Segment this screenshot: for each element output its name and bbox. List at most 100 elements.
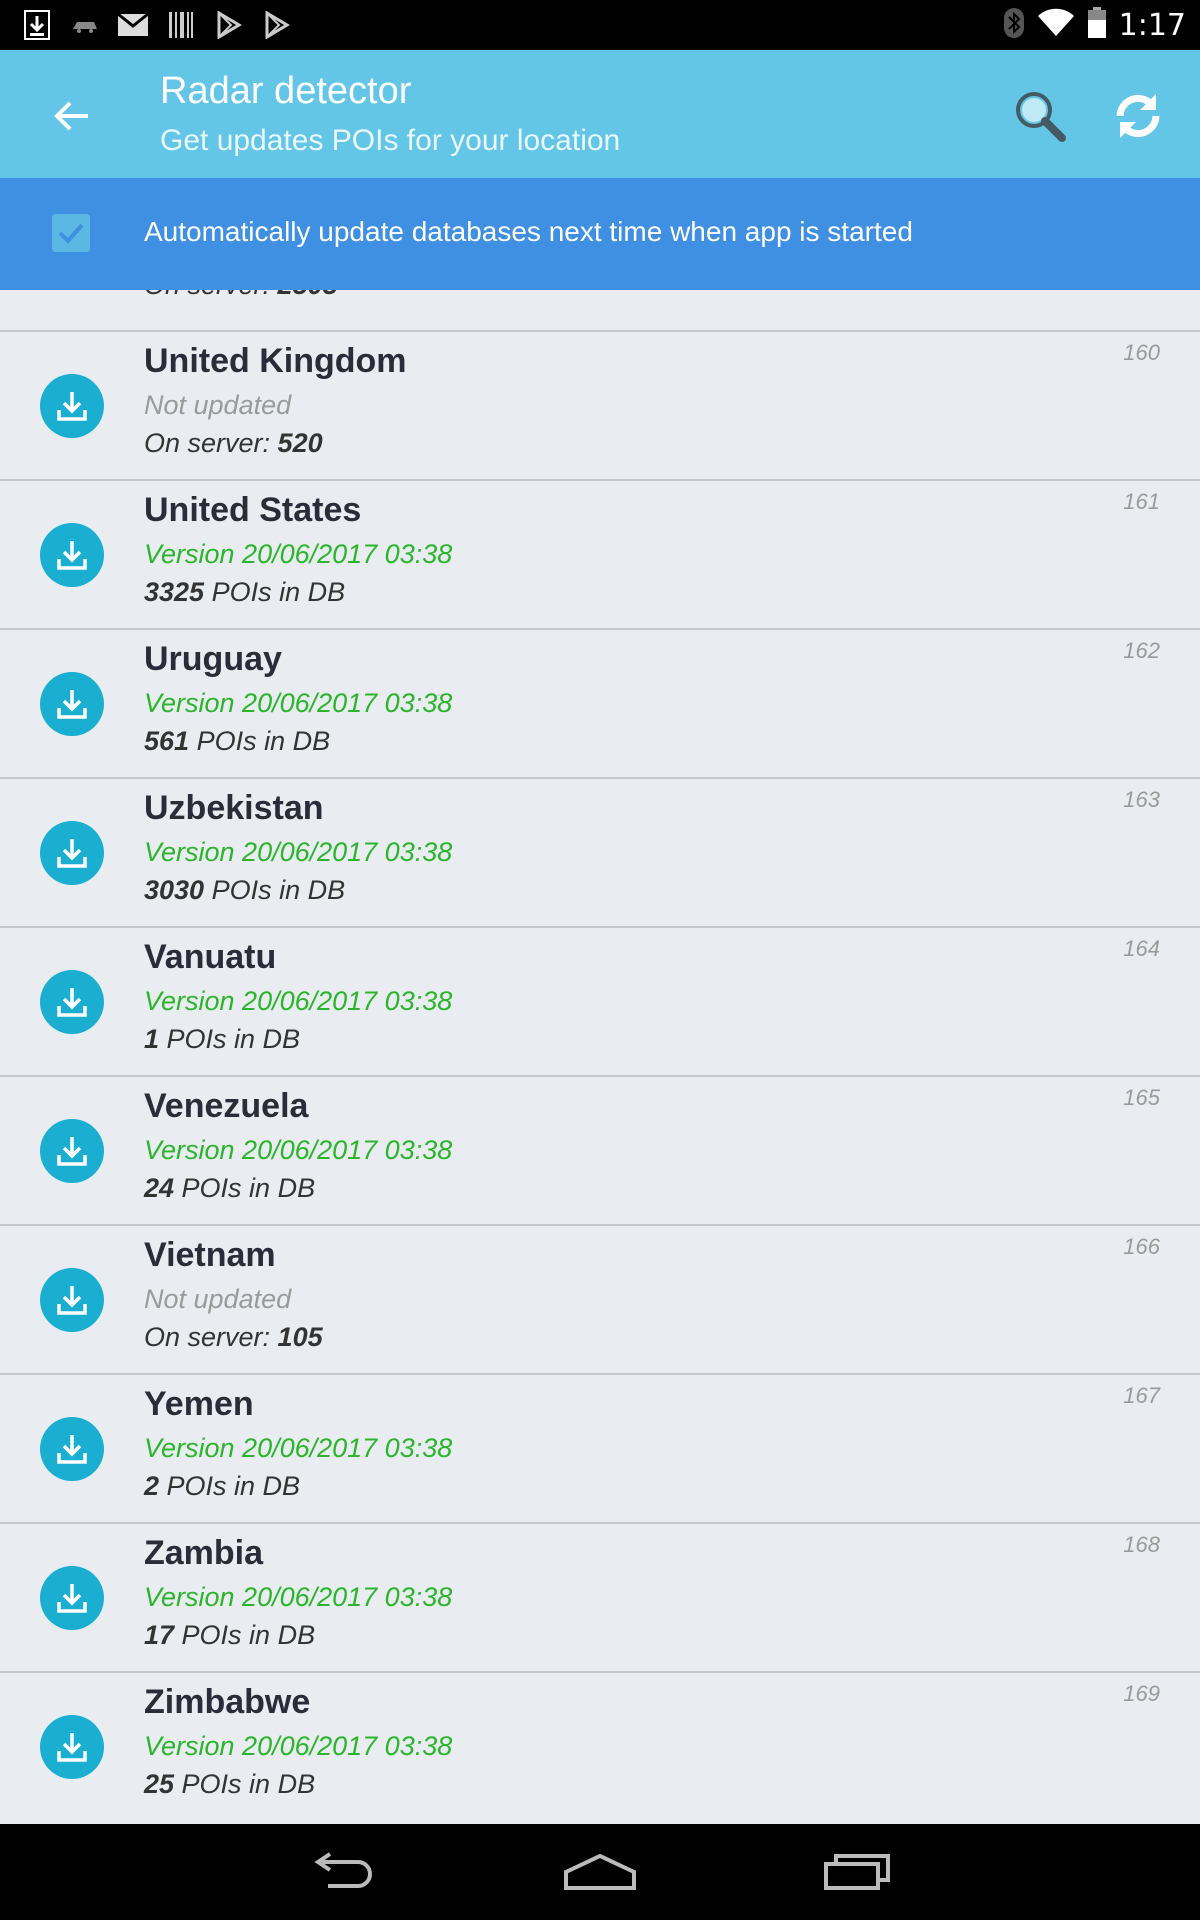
wifi-icon xyxy=(1037,8,1075,43)
count-value: 3030 xyxy=(144,875,205,905)
country-name: Uzbekistan xyxy=(144,789,324,827)
list-item[interactable]: Yemen Version 20/06/2017 03:38 2 POIs in D… xyxy=(0,1373,1200,1522)
country-name: Yemen xyxy=(144,1385,254,1423)
row-count: 1 POIs in DB xyxy=(144,1024,300,1055)
car-icon xyxy=(68,8,102,42)
download-button[interactable] xyxy=(40,672,104,736)
page-subtitle: Get updates POIs for your location xyxy=(160,124,621,157)
row-index: 166 xyxy=(1123,1234,1160,1259)
count-value: 1 xyxy=(144,1024,160,1054)
count-prefix: On server: xyxy=(144,290,278,300)
count-suffix: POIs in DB xyxy=(159,1471,301,1501)
download-button[interactable] xyxy=(40,1417,104,1481)
count-value: 561 xyxy=(144,726,190,756)
list-item[interactable]: Zimbabwe Version 20/06/2017 03:38 25 POIs … xyxy=(0,1671,1200,1820)
count-value: 3325 xyxy=(144,577,205,607)
count-suffix: POIs in DB xyxy=(189,726,331,756)
page-title: Radar detector xyxy=(160,70,412,112)
count-prefix: On server: xyxy=(144,1322,278,1352)
row-index: 163 xyxy=(1123,787,1160,812)
list-item[interactable]: United States Version 20/06/2017 03:38 332… xyxy=(0,479,1200,628)
row-count: 3325 POIs in DB xyxy=(144,577,345,608)
download-button[interactable] xyxy=(40,1566,104,1630)
refresh-button[interactable] xyxy=(1108,86,1168,146)
back-button[interactable] xyxy=(44,88,100,144)
download-button[interactable] xyxy=(40,523,104,587)
download-button[interactable] xyxy=(40,374,104,438)
country-name: Vanuatu xyxy=(144,938,277,976)
status-bar: 1:17 xyxy=(0,0,1200,50)
auto-update-bar: Automatically update databases next time… xyxy=(0,178,1200,290)
download-button[interactable] xyxy=(40,1715,104,1779)
nav-home-button[interactable] xyxy=(555,1842,645,1902)
country-name: Zambia xyxy=(144,1534,264,1572)
row-status: Version 20/06/2017 03:38 xyxy=(144,1433,453,1463)
download-button[interactable] xyxy=(40,970,104,1034)
list-item[interactable]: United Kingdom Not updated On server: 520 1… xyxy=(0,330,1200,479)
count-suffix: POIs in DB xyxy=(204,875,346,905)
row-count: On server: 2505 xyxy=(144,290,338,301)
arrow-left-icon xyxy=(54,101,88,131)
country-name: Vietnam xyxy=(144,1236,276,1274)
row-status: Version 20/06/2017 03:38 xyxy=(144,1135,453,1165)
row-count: 24 POIs in DB xyxy=(144,1173,315,1204)
download-icon xyxy=(57,1584,87,1613)
list-item[interactable]: Uzbekistan Version 20/06/2017 03:38 3030 P… xyxy=(0,777,1200,926)
list-item[interactable]: On server: 2505 xyxy=(0,290,1200,319)
row-index: 165 xyxy=(1123,1085,1160,1110)
nav-back-button[interactable] xyxy=(298,1842,388,1902)
download-icon xyxy=(57,541,87,570)
search-button[interactable] xyxy=(1010,86,1070,146)
row-count: 17 POIs in DB xyxy=(144,1620,315,1651)
list-item[interactable]: Vanuatu Version 20/06/2017 03:38 1 POIs in… xyxy=(0,926,1200,1075)
list-item[interactable]: Venezuela Version 20/06/2017 03:38 24 POIs… xyxy=(0,1075,1200,1224)
count-suffix: POIs in DB xyxy=(159,1024,301,1054)
count-value: 2 xyxy=(144,1471,160,1501)
count-suffix: POIs in DB xyxy=(174,1173,316,1203)
count-suffix: POIs in DB xyxy=(204,577,346,607)
notification-icons xyxy=(20,8,294,42)
row-index: 168 xyxy=(1123,1532,1160,1557)
gmail-icon xyxy=(116,8,150,42)
auto-update-checkbox[interactable] xyxy=(52,214,90,252)
check-icon xyxy=(58,223,84,244)
count-value: 17 xyxy=(144,1620,175,1650)
row-index: 162 xyxy=(1123,638,1160,663)
list-item[interactable]: Zambia Version 20/06/2017 03:38 17 POIs in… xyxy=(0,1522,1200,1671)
country-name: United Kingdom xyxy=(144,342,407,380)
country-name: Uruguay xyxy=(144,640,282,678)
download-icon xyxy=(57,1286,87,1315)
row-index: 169 xyxy=(1123,1681,1160,1706)
download-button[interactable] xyxy=(40,1119,104,1183)
row-index: 160 xyxy=(1123,340,1160,365)
nav-recents-button[interactable] xyxy=(812,1842,902,1902)
list-item[interactable]: Vietnam Not updated On server: 105 166 xyxy=(0,1224,1200,1373)
country-name: United States xyxy=(144,491,362,529)
list-item[interactable]: Uruguay Version 20/06/2017 03:38 561 POIs … xyxy=(0,628,1200,777)
country-name: Zimbabwe xyxy=(144,1683,311,1721)
count-suffix: POIs in DB xyxy=(174,1620,316,1650)
row-status: Not updated xyxy=(144,1284,292,1314)
row-count: On server: 520 xyxy=(144,428,323,459)
row-status: Not updated xyxy=(144,390,292,420)
system-status: 1:17 xyxy=(1003,4,1186,46)
row-status: Version 20/06/2017 03:38 xyxy=(144,1582,453,1612)
download-icon xyxy=(57,839,87,868)
play-store-icon xyxy=(212,8,246,42)
download-button[interactable] xyxy=(40,821,104,885)
country-list[interactable]: On server: 2505 United Kingdom Not update… xyxy=(0,290,1200,1824)
play-store-icon xyxy=(260,8,294,42)
navigation-bar xyxy=(0,1824,1200,1920)
app-bar: Radar detector Get updates POIs for your… xyxy=(0,50,1200,178)
count-suffix: POIs in DB xyxy=(174,1769,316,1799)
count-value: 2505 xyxy=(278,290,338,300)
back-nav-icon xyxy=(314,1852,372,1888)
download-button[interactable] xyxy=(40,1268,104,1332)
row-count: On server: 105 xyxy=(144,1322,323,1353)
row-index: 164 xyxy=(1123,936,1160,961)
download-icon xyxy=(57,1435,87,1464)
download-icon xyxy=(57,392,87,421)
auto-update-label: Automatically update databases next time… xyxy=(144,216,913,247)
download-icon xyxy=(57,1733,87,1762)
bluetooth-icon xyxy=(1003,7,1025,44)
